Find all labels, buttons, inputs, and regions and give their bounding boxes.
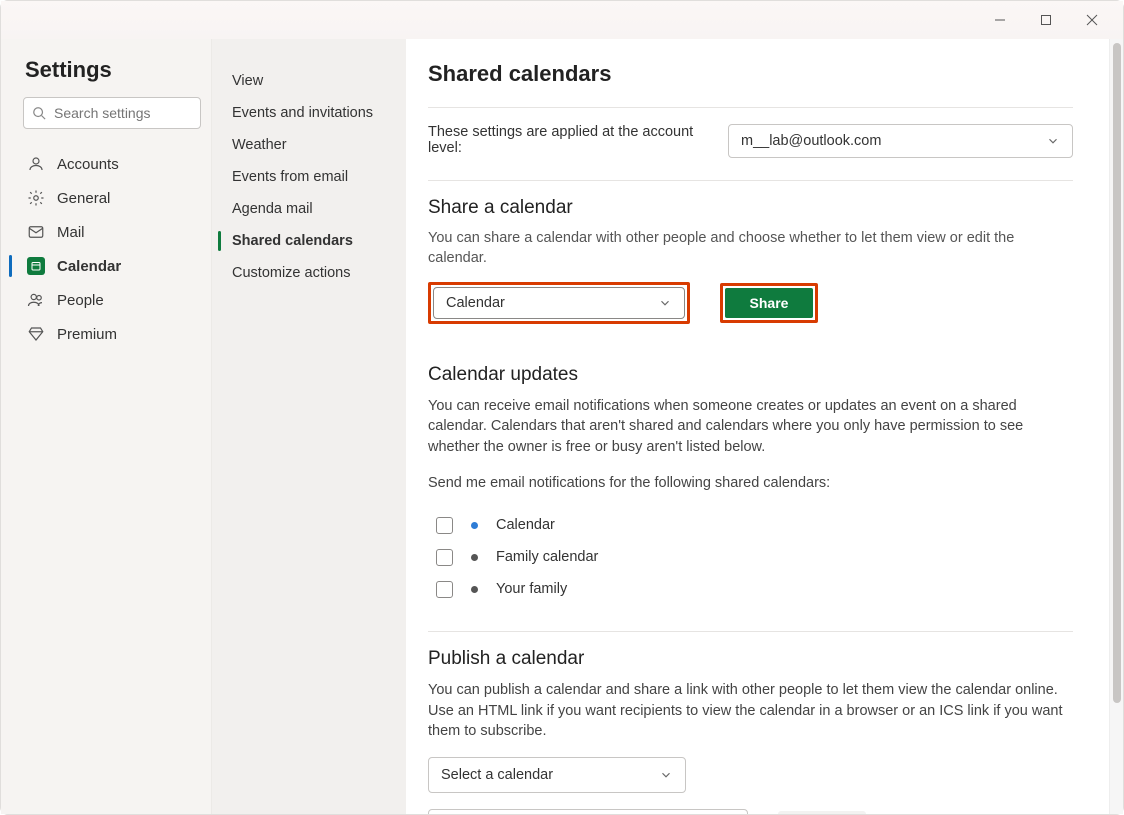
- share-button[interactable]: Share: [725, 288, 813, 318]
- calendar-option-label: Calendar: [496, 517, 555, 533]
- publish-button[interactable]: Publish: [778, 811, 866, 814]
- calendar-option: Calendar: [436, 509, 1073, 541]
- titlebar: [1, 1, 1123, 39]
- nav-item-calendar[interactable]: Calendar: [23, 249, 201, 283]
- chevron-down-icon: [659, 768, 673, 782]
- account-description: These settings are applied at the accoun…: [428, 124, 708, 156]
- share-calendar-select[interactable]: Calendar: [433, 287, 685, 319]
- publish-heading: Publish a calendar: [428, 648, 1073, 670]
- close-button[interactable]: [1069, 5, 1115, 35]
- calendar-option: Family calendar: [436, 541, 1073, 573]
- account-select[interactable]: m__lab@outlook.com: [728, 124, 1073, 158]
- search-icon: [32, 106, 46, 120]
- scrollbar-thumb[interactable]: [1113, 43, 1121, 703]
- share-controls: Calendar Share: [428, 282, 1073, 324]
- color-dot: [471, 522, 478, 529]
- subnav-customize-actions[interactable]: Customize actions: [226, 257, 396, 289]
- updates-prompt: Send me email notifications for the foll…: [428, 473, 1073, 493]
- diamond-icon: [27, 325, 45, 343]
- user-icon: [27, 155, 45, 173]
- color-dot: [471, 554, 478, 561]
- subnav-agenda-mail[interactable]: Agenda mail: [226, 193, 396, 225]
- calendar-option: Your family: [436, 573, 1073, 605]
- publish-description: You can publish a calendar and share a l…: [428, 680, 1073, 741]
- nav-label: Mail: [57, 224, 85, 241]
- publish-perm-row: Select permissions Publish: [428, 809, 1073, 814]
- subnav-view[interactable]: View: [226, 65, 396, 97]
- share-heading: Share a calendar: [428, 197, 1073, 219]
- checkbox-your-family[interactable]: [436, 581, 453, 598]
- body: Settings Accounts General: [1, 39, 1123, 814]
- divider: [428, 631, 1073, 632]
- nav-label: General: [57, 190, 110, 207]
- publish-select-wrap: Select a calendar: [428, 757, 1073, 793]
- divider: [428, 107, 1073, 108]
- nav-label: Premium: [57, 326, 117, 343]
- color-dot: [471, 586, 478, 593]
- nav-item-mail[interactable]: Mail: [23, 215, 201, 249]
- checkbox-calendar[interactable]: [436, 517, 453, 534]
- subnav-events-from-email[interactable]: Events from email: [226, 161, 396, 193]
- account-select-value: m__lab@outlook.com: [741, 133, 881, 149]
- share-calendar-value: Calendar: [446, 295, 505, 311]
- calendar-settings-subnav: View Events and invitations Weather Even…: [211, 39, 406, 814]
- nav-item-premium[interactable]: Premium: [23, 317, 201, 351]
- nav-item-general[interactable]: General: [23, 181, 201, 215]
- chevron-down-icon: [658, 296, 672, 310]
- search-wrap: [23, 97, 201, 129]
- nav-label: Accounts: [57, 156, 119, 173]
- checkbox-family-calendar[interactable]: [436, 549, 453, 566]
- people-icon: [27, 291, 45, 309]
- search-input[interactable]: [23, 97, 201, 129]
- settings-heading: Settings: [23, 57, 201, 83]
- subnav-shared-calendars[interactable]: Shared calendars: [226, 225, 396, 257]
- calendar-option-label: Your family: [496, 581, 567, 597]
- maximize-button[interactable]: [1023, 5, 1069, 35]
- settings-sidebar: Settings Accounts General: [1, 39, 211, 814]
- chevron-down-icon: [1046, 134, 1060, 148]
- highlight-button: Share: [720, 283, 818, 323]
- account-row: These settings are applied at the accoun…: [428, 124, 1073, 158]
- calendar-option-label: Family calendar: [496, 549, 598, 565]
- updates-heading: Calendar updates: [428, 364, 1073, 386]
- updates-description: You can receive email notifications when…: [428, 396, 1073, 457]
- gear-icon: [27, 189, 45, 207]
- main-content: Shared calendars These settings are appl…: [406, 39, 1109, 814]
- nav-item-accounts[interactable]: Accounts: [23, 147, 201, 181]
- subnav-weather[interactable]: Weather: [226, 129, 396, 161]
- nav-item-people[interactable]: People: [23, 283, 201, 317]
- scrollbar[interactable]: [1109, 39, 1123, 814]
- minimize-button[interactable]: [977, 5, 1023, 35]
- mail-icon: [27, 223, 45, 241]
- highlight-select: Calendar: [428, 282, 690, 324]
- calendar-options: Calendar Family calendar Your family: [436, 509, 1073, 605]
- settings-window: Settings Accounts General: [0, 0, 1124, 815]
- main-panel: Shared calendars These settings are appl…: [406, 39, 1123, 814]
- publish-permissions-select[interactable]: Select permissions: [428, 809, 748, 814]
- publish-calendar-select[interactable]: Select a calendar: [428, 757, 686, 793]
- nav-label: People: [57, 292, 104, 309]
- divider: [428, 180, 1073, 181]
- page-title: Shared calendars: [428, 61, 1073, 87]
- subnav-events-invitations[interactable]: Events and invitations: [226, 97, 396, 129]
- share-description: You can share a calendar with other peop…: [428, 229, 1073, 268]
- calendar-icon: [27, 257, 45, 275]
- nav-label: Calendar: [57, 258, 121, 275]
- publish-calendar-value: Select a calendar: [441, 767, 553, 783]
